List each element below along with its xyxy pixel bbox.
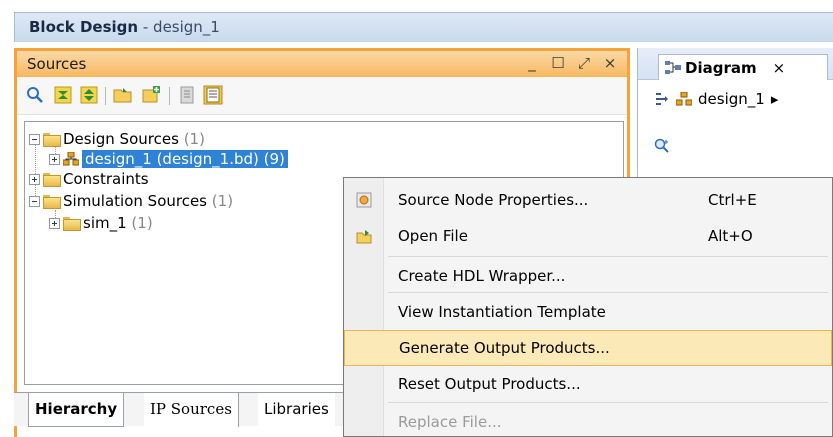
minimize-icon[interactable]: _: [525, 54, 539, 72]
tree-item-label: sim_1: [83, 214, 127, 232]
tree-item-sim-1[interactable]: sim_1 (1): [49, 212, 153, 234]
menu-item-label: Create HDL Wrapper...: [398, 267, 566, 285]
expand-toggle-icon[interactable]: [49, 217, 60, 229]
menu-item-label: Open File: [398, 227, 468, 245]
folder-icon: [43, 173, 61, 187]
maximize-icon[interactable]: ☐: [551, 54, 565, 72]
expand-toggle-icon[interactable]: [49, 153, 60, 165]
document-properties-icon[interactable]: [177, 85, 197, 105]
menu-separator: [388, 256, 828, 257]
menu-item-open-file[interactable]: Open File Alt+O: [344, 218, 832, 254]
close-icon[interactable]: ×: [603, 54, 617, 72]
menu-item-label: Generate Output Products...: [399, 339, 610, 357]
search-icon[interactable]: [25, 85, 45, 105]
collapse-toggle-icon[interactable]: [29, 133, 40, 145]
folder-icon: [43, 133, 61, 147]
collapse-all-icon[interactable]: [53, 85, 73, 105]
breadcrumb: design_1 ▸: [654, 86, 778, 112]
toolbar-separator: [105, 87, 106, 105]
tab-diagram[interactable]: Diagram ×: [658, 54, 828, 80]
open-folder-icon[interactable]: [113, 85, 133, 105]
sources-toolbar: [17, 77, 627, 115]
tree-item-design-sources[interactable]: Design Sources (1): [29, 128, 205, 150]
zoom-in-icon[interactable]: [654, 138, 670, 154]
tree-item-count: (1): [183, 130, 205, 148]
expand-toggle-icon[interactable]: [29, 173, 40, 185]
folder-icon: [43, 195, 61, 209]
menu-item-label: Source Node Properties...: [398, 191, 589, 209]
menu-item-label: View Instantiation Template: [398, 303, 606, 321]
menu-item-shortcut: Alt+O: [708, 227, 753, 245]
menu-separator: [388, 402, 828, 403]
tree-item-label-selected: design_1 (design_1.bd) (9): [82, 150, 288, 168]
breadcrumb-label[interactable]: design_1: [698, 90, 765, 108]
tab-diagram-label: Diagram: [685, 58, 757, 77]
panel-window-controls: _ ☐ ⤢ ×: [525, 54, 617, 72]
menu-item-shortcut: Ctrl+E: [708, 191, 757, 209]
tree-item-count: (1): [131, 214, 153, 232]
tree-item-simulation-sources[interactable]: Simulation Sources (1): [29, 190, 233, 212]
expand-all-icon[interactable]: [79, 85, 99, 105]
sources-bottom-tabs: Hierarchy IP Sources Libraries: [14, 392, 344, 427]
menu-item-create-hdl-wrapper[interactable]: Create HDL Wrapper...: [344, 258, 832, 294]
toolbar-separator: [169, 87, 170, 105]
add-sources-icon[interactable]: [141, 85, 161, 105]
open-file-icon: [356, 230, 372, 244]
diagram-tabbar: Diagram ×: [638, 48, 833, 80]
titlebar-background: Block Design - design_1: [14, 12, 833, 42]
menu-item-label: Replace File...: [398, 413, 502, 431]
block-design-icon: [63, 152, 79, 166]
title-bold: Block Design: [29, 18, 139, 36]
window-title: Block Design - design_1: [29, 18, 220, 36]
folder-icon: [63, 217, 81, 231]
menu-item-source-node-properties[interactable]: Source Node Properties... Ctrl+E: [344, 182, 832, 218]
tree-item-label: Constraints: [63, 170, 149, 188]
block-design-icon: [676, 92, 692, 106]
tree-item-design-1[interactable]: design_1 (design_1.bd) (9): [49, 148, 288, 170]
diagram-icon: [665, 60, 681, 74]
hierarchy-up-icon[interactable]: [654, 91, 670, 107]
sources-title: Sources: [27, 55, 87, 73]
block-design-titlebar: Block Design - design_1: [0, 0, 833, 42]
tree-item-constraints[interactable]: Constraints: [29, 168, 149, 190]
menu-separator: [388, 292, 828, 293]
close-icon[interactable]: ×: [773, 59, 786, 77]
tree-item-count: (1): [211, 192, 234, 210]
title-subtitle: - design_1: [138, 18, 220, 36]
menu-item-label: Reset Output Products...: [398, 375, 581, 393]
tree-item-label: Simulation Sources: [63, 192, 208, 210]
float-icon[interactable]: ⤢: [577, 54, 591, 72]
menu-item-replace-file: Replace File...: [344, 404, 832, 437]
menu-item-view-instantiation-template[interactable]: View Instantiation Template: [344, 294, 832, 330]
tab-ip-sources[interactable]: IP Sources: [144, 393, 239, 427]
sources-header: Sources _ ☐ ⤢ ×: [17, 51, 627, 77]
menu-item-generate-output-products[interactable]: Generate Output Products...: [344, 330, 832, 366]
properties-icon: [356, 192, 372, 208]
tab-hierarchy[interactable]: Hierarchy: [28, 393, 125, 427]
show-hierarchy-icon[interactable]: [203, 85, 223, 105]
tree-item-label: Design Sources: [63, 130, 179, 148]
context-menu: Source Node Properties... Ctrl+E Open Fi…: [343, 177, 833, 437]
collapse-toggle-icon[interactable]: [29, 195, 40, 207]
menu-item-reset-output-products[interactable]: Reset Output Products...: [344, 366, 832, 402]
chevron-right-icon[interactable]: ▸: [771, 90, 779, 108]
tab-libraries[interactable]: Libraries: [258, 393, 335, 427]
